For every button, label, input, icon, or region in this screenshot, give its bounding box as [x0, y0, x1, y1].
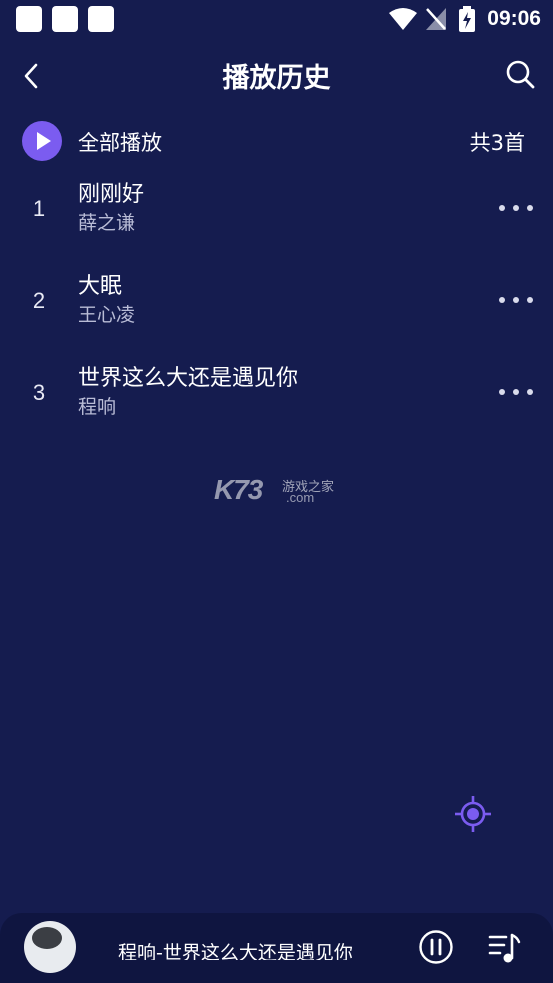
status-bar: 09:06 [0, 0, 553, 38]
now-playing-title[interactable]: 程响-世界这么大还是遇见你 [118, 938, 388, 960]
song-title: 刚刚好 [78, 182, 145, 207]
play-all-label: 全部播放 [78, 131, 162, 155]
no-signal-icon [426, 8, 446, 30]
song-row[interactable]: 2 大眠 王心凌 [0, 266, 553, 350]
more-options-icon[interactable] [499, 384, 533, 400]
play-history-screen: 09:06 播放历史 全部播放 共3首 1 刚刚好 薛之谦 2 大眠 王心凌 3… [0, 0, 553, 983]
song-artist: 王心凌 [78, 304, 136, 326]
song-number: 3 [32, 380, 46, 405]
song-number: 1 [32, 196, 46, 221]
battery-charging-icon [459, 6, 475, 32]
song-title: 世界这么大还是遇见你 [78, 366, 299, 391]
pause-icon[interactable] [418, 929, 454, 965]
song-row[interactable]: 3 世界这么大还是遇见你 程响 [0, 358, 553, 442]
watermark-brand: K73 [214, 474, 263, 505]
song-count: 共3首 [469, 131, 525, 155]
notification-icon [52, 6, 78, 32]
song-title: 大眠 [78, 274, 123, 299]
page-title: 播放历史 [222, 63, 331, 94]
watermark-domain: .com [286, 490, 315, 505]
wifi-icon [389, 8, 417, 30]
song-number: 2 [32, 288, 46, 313]
header: 播放历史 [0, 50, 553, 100]
search-icon[interactable] [503, 58, 537, 92]
notification-icon [88, 6, 114, 32]
play-all-button[interactable] [22, 121, 62, 161]
notification-icon [16, 6, 42, 32]
more-options-icon[interactable] [499, 292, 533, 308]
more-options-icon[interactable] [499, 200, 533, 216]
song-artist: 程响 [78, 396, 117, 418]
watermark-logo: K73 游戏之家 .com [214, 474, 344, 508]
song-artist: 薛之谦 [78, 212, 136, 234]
play-all-row[interactable]: 全部播放 共3首 [0, 118, 553, 164]
mini-player[interactable]: 程响-世界这么大还是遇见你 [0, 913, 553, 983]
locate-current-icon[interactable] [454, 795, 492, 833]
song-row[interactable]: 1 刚刚好 薛之谦 [0, 174, 553, 258]
album-cover[interactable] [24, 921, 76, 973]
play-icon [37, 132, 51, 150]
playlist-icon[interactable] [488, 931, 522, 965]
status-time: 09:06 [487, 7, 541, 30]
